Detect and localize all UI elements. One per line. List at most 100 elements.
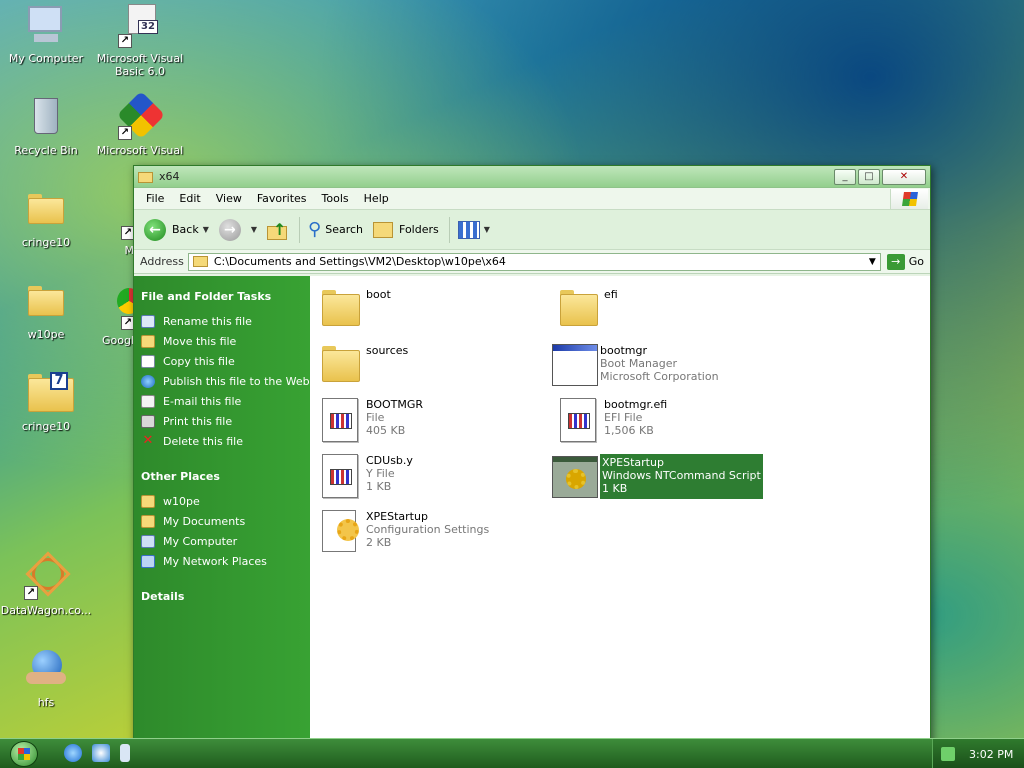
- copy-icon: [141, 355, 155, 368]
- folder-icon: [24, 280, 68, 324]
- minimize-button[interactable]: _: [834, 168, 856, 185]
- internet-explorer-icon[interactable]: [64, 744, 82, 762]
- back-arrow-icon: ←: [144, 218, 166, 241]
- file-item-boot[interactable]: boot: [318, 286, 391, 332]
- shortcut-arrow-icon: ↗: [24, 586, 38, 600]
- file-size: 405 KB: [366, 424, 406, 437]
- quick-launch-icon[interactable]: [92, 744, 110, 762]
- title-bar[interactable]: x64 _ □ ✕: [134, 166, 930, 188]
- my-documents-icon: [141, 515, 155, 528]
- task-pane: File and Folder Tasks Rename this file M…: [134, 276, 310, 760]
- place-w10pe[interactable]: w10pe: [141, 495, 310, 508]
- menu-favorites[interactable]: Favorites: [251, 190, 313, 207]
- folders-button[interactable]: Folders: [373, 221, 439, 238]
- search-button[interactable]: ⚲ Search: [308, 219, 363, 240]
- network-tray-icon[interactable]: [941, 747, 955, 761]
- task-print[interactable]: Print this file: [141, 415, 310, 428]
- file-size: 1,506 KB: [604, 424, 654, 437]
- desktop-icon-my-computer[interactable]: My Computer: [0, 4, 92, 65]
- generic-file-icon: [556, 396, 598, 442]
- task-label: Print this file: [163, 415, 233, 428]
- globe-icon: [141, 375, 155, 388]
- back-button[interactable]: ← Back ▼: [144, 218, 209, 241]
- desktop-icon-m[interactable]: ↗ M: [94, 196, 134, 257]
- menu-view[interactable]: View: [210, 190, 248, 207]
- file-item-bootmgr[interactable]: bootmgr Boot Manager Microsoft Corporati…: [552, 342, 719, 388]
- menu-help[interactable]: Help: [358, 190, 395, 207]
- chevron-down-icon[interactable]: ▼: [251, 225, 257, 234]
- task-publish[interactable]: Publish this file to the Web: [141, 375, 310, 388]
- desktop-icon-visual-basic[interactable]: 32 ↗ Microsoft Visual Basic 6.0: [94, 4, 186, 78]
- desktop-icon-label: M: [124, 244, 135, 257]
- views-button[interactable]: ▼: [457, 220, 490, 239]
- task-label: Move this file: [163, 335, 237, 348]
- other-places-header[interactable]: Other Places: [141, 470, 310, 483]
- file-item-bootmgr-file[interactable]: BOOTMGR File 405 KB: [318, 396, 423, 442]
- forward-button[interactable]: → ▼: [218, 218, 257, 241]
- menu-tools[interactable]: Tools: [316, 190, 355, 207]
- desktop-icon-cringe10-file[interactable]: 7 cringe10: [0, 372, 92, 433]
- file-type: Boot Manager: [600, 357, 678, 370]
- desktop-icon-cringe10-folder[interactable]: cringe10: [0, 188, 92, 249]
- file-folder-tasks-header[interactable]: File and Folder Tasks: [141, 290, 310, 303]
- go-arrow-icon: →: [886, 253, 905, 270]
- chevron-down-icon[interactable]: ▼: [869, 257, 876, 267]
- task-email[interactable]: E-mail this file: [141, 395, 310, 408]
- file-item-sources[interactable]: sources: [318, 342, 408, 388]
- file-item-xpestartup-cmd[interactable]: XPEStartup Windows NTCommand Script 1 KB: [552, 454, 763, 500]
- desktop-icon-google[interactable]: ↗ Googl: [94, 286, 134, 347]
- desktop-icon-label: DataWagon.co...: [0, 604, 92, 617]
- menu-edit[interactable]: Edit: [173, 190, 206, 207]
- file-item-cdusb[interactable]: CDUsb.y Y File 1 KB: [318, 452, 413, 498]
- go-label: Go: [908, 255, 924, 268]
- place-my-computer[interactable]: My Computer: [141, 535, 310, 548]
- quick-launch-icon[interactable]: [120, 744, 130, 762]
- details: Details: [141, 590, 310, 603]
- address-input[interactable]: C:\Documents and Settings\VM2\Desktop\w1…: [187, 252, 881, 271]
- chevron-down-icon[interactable]: ▼: [203, 225, 209, 234]
- maximize-button[interactable]: □: [858, 168, 880, 185]
- desktop-icon-label: Recycle Bin: [14, 144, 78, 157]
- folder-icon: [192, 256, 208, 267]
- explorer-window: x64 _ □ ✕ File Edit View Favorites Tools…: [133, 165, 931, 761]
- task-rename[interactable]: Rename this file: [141, 315, 310, 328]
- desktop-icon-hfs[interactable]: hfs: [0, 648, 92, 709]
- clock[interactable]: 3:02 PM: [969, 748, 1013, 761]
- start-button[interactable]: [10, 741, 38, 767]
- go-button[interactable]: → Go: [886, 253, 924, 270]
- place-my-documents[interactable]: My Documents: [141, 515, 310, 528]
- computer-icon: [141, 535, 155, 548]
- address-label: Address: [140, 255, 184, 268]
- place-my-network-places[interactable]: My Network Places: [141, 555, 310, 568]
- task-delete[interactable]: ✕ Delete this file: [141, 434, 310, 448]
- application-icon: [552, 342, 598, 388]
- file-name: bootmgr.efi: [604, 398, 668, 411]
- email-icon: [141, 395, 155, 408]
- file-item-efi[interactable]: efi: [556, 286, 618, 332]
- file-item-xpestartup-config[interactable]: XPEStartup Configuration Settings 2 KB: [318, 508, 489, 554]
- task-move[interactable]: Move this file: [141, 335, 310, 348]
- views-icon: [457, 220, 480, 239]
- details-header[interactable]: Details: [141, 590, 310, 603]
- task-copy[interactable]: Copy this file: [141, 355, 310, 368]
- menu-file[interactable]: File: [140, 190, 170, 207]
- desktop-icon-w10pe-folder[interactable]: w10pe: [0, 280, 92, 341]
- file-type: Configuration Settings: [366, 523, 490, 536]
- file-size: 1 KB: [602, 482, 628, 495]
- chevron-down-icon[interactable]: ▼: [484, 225, 490, 234]
- windows-logo-icon: [18, 748, 30, 760]
- desktop-icon-visual-cpp[interactable]: ↗ Microsoft Visual C++ 6.0: [94, 90, 186, 157]
- system-tray: 3:02 PM: [932, 739, 1024, 768]
- desktop-icon-label: Microsoft Visual C++ 6.0: [96, 144, 184, 157]
- menu-bar: File Edit View Favorites Tools Help: [134, 188, 930, 210]
- up-folder-button[interactable]: ↑: [267, 220, 289, 240]
- desktop-icon-datawagon[interactable]: ↗ DataWagon.co...: [0, 551, 92, 617]
- file-name: sources: [366, 344, 409, 357]
- close-button[interactable]: ✕: [882, 168, 926, 185]
- file-item-bootmgr-efi[interactable]: bootmgr.efi EFI File 1,506 KB: [556, 396, 667, 442]
- visual-cpp-icon: ↗: [116, 90, 166, 140]
- file-type: EFI File: [604, 411, 643, 424]
- desktop-icon-recycle-bin[interactable]: Recycle Bin: [0, 96, 92, 157]
- place-label: My Documents: [163, 515, 246, 528]
- config-settings-icon: [318, 508, 360, 554]
